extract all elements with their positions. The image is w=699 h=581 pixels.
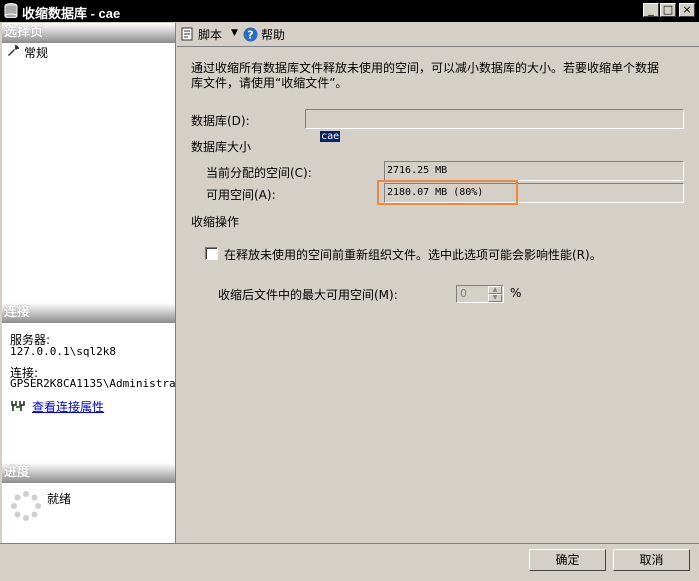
view-connection-properties-link[interactable]: 查看连接属性 [32,398,104,415]
minimize-button[interactable]: _ [643,3,659,17]
spin-down-icon[interactable]: ▼ [488,294,502,302]
script-dropdown-button[interactable]: 脚本 ▼ [180,26,242,44]
connection-value: GPSER2K8CA1135\Administrator [10,377,175,390]
page-item-general[interactable]: 常规 [6,43,174,60]
description-line-1: 通过收缩所有数据库文件释放未使用的空间，可以减小数据库的大小。若要收缩单个数据 [191,61,660,75]
script-label: 脚本 [198,28,223,42]
connection-properties-icon [10,399,26,416]
ok-button[interactable]: 确定 [529,549,606,571]
allocated-space-label: 当前分配的空间(C): [206,166,312,180]
page-item-label: 常规 [24,46,49,60]
database-field: cae [305,109,684,142]
close-button[interactable]: × [679,3,695,17]
reorganize-checkbox[interactable] [205,247,218,260]
allocated-space-field: 2716.25 MB [384,161,684,181]
connection-header: 连接 [2,303,175,323]
toolbar: 脚本 ▼ ? 帮助 [177,23,699,45]
highlight-box [377,180,518,205]
description-line-2: 库文件，请使用“收缩文件”。 [191,76,348,90]
maximize-button[interactable]: □ [660,3,676,17]
max-free-space-unit: % [510,286,522,300]
progress-spinner-icon [10,490,42,525]
help-icon: ? [243,27,258,45]
script-icon [180,27,194,44]
database-icon [4,3,18,19]
cancel-button[interactable]: 取消 [613,549,690,571]
help-label: 帮助 [261,28,286,42]
max-free-space-value: 0 [460,287,467,300]
bottom-divider [0,543,699,544]
svg-text:?: ? [247,29,253,42]
max-free-space-spinner[interactable]: 0 ▲ ▼ [456,285,504,303]
reorganize-checkbox-label[interactable]: 在释放未使用的空间前重新组织文件。选中此选项可能会影响性能(R)。 [224,246,602,263]
wrench-icon [6,44,20,61]
help-button[interactable]: ? 帮助 [243,26,293,44]
select-page-header: 选择页 [2,23,175,43]
progress-header: 进度 [2,463,175,483]
chevron-down-icon: ▼ [231,28,238,38]
max-free-space-label: 收缩后文件中的最大可用空间(M): [218,288,398,302]
database-size-header: 数据库大小 [191,140,252,154]
database-label: 数据库(D): [191,114,250,128]
database-value: cae [320,131,341,142]
spin-up-icon[interactable]: ▲ [488,286,502,294]
server-value: 127.0.0.1\sql2k8 [10,345,116,358]
description-text: 通过收缩所有数据库文件释放未使用的空间，可以减小数据库的大小。若要收缩单个数据 … [191,61,681,91]
window-title: 收缩数据库 - cae [22,6,121,21]
toolbar-divider [177,46,699,47]
title-bar: 收缩数据库 - cae _ □ × [0,0,699,22]
shrink-operations-header: 收缩操作 [191,215,240,229]
progress-status: 就绪 [47,492,72,506]
available-space-label: 可用空间(A): [206,188,276,202]
